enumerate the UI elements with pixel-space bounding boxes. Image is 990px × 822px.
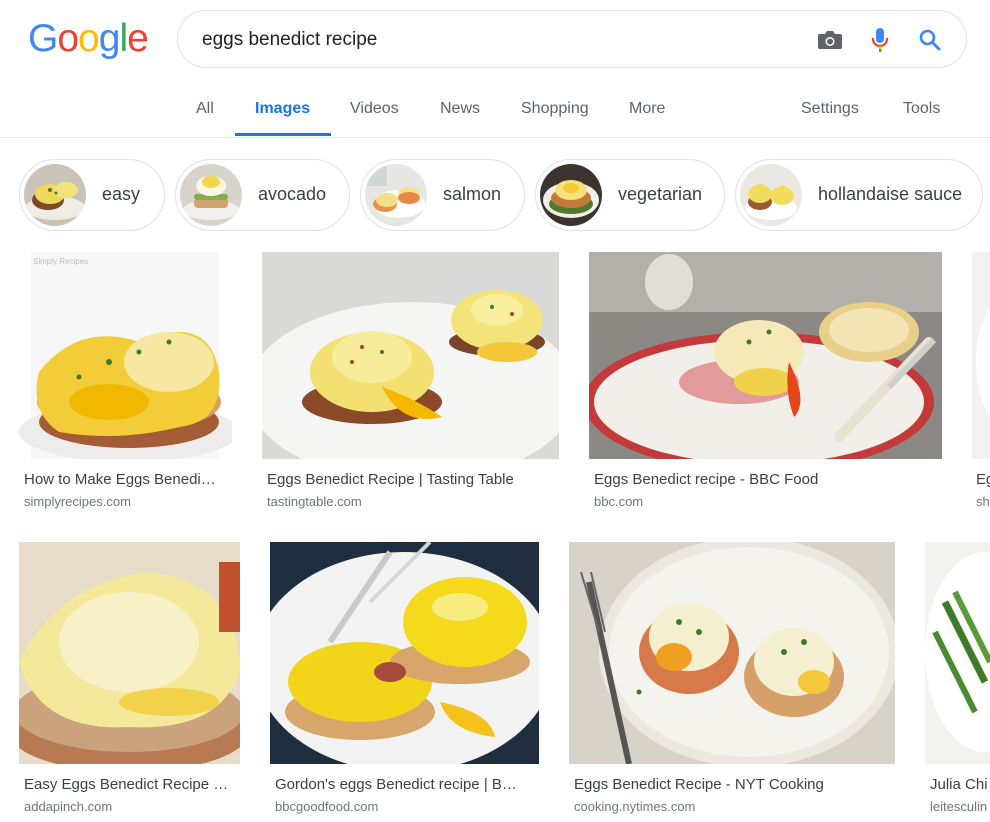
result-thumbnail — [589, 252, 942, 459]
logo-letter-g2: g — [98, 17, 121, 60]
result-domain: leitesculin — [930, 799, 988, 814]
result-title: Eggs Benedict Recipe | Tasting Table — [267, 471, 514, 488]
image-result-8[interactable]: Julia Chi leitesculin — [925, 542, 990, 822]
result-domain: bbcgoodfood.com — [275, 799, 379, 814]
chip-thumbnail — [365, 164, 427, 226]
result-thumbnail — [925, 542, 990, 764]
tab-tools[interactable]: Tools — [903, 100, 940, 118]
result-title: Eggs Benedict recipe - BBC Food — [594, 471, 819, 488]
chip-label: easy — [102, 184, 141, 204]
logo-letter-e: e — [127, 17, 149, 60]
image-result-2[interactable]: Eggs Benedict Recipe | Tasting Table tas… — [262, 252, 559, 514]
search-box — [177, 10, 967, 68]
result-thumbnail — [270, 542, 539, 764]
image-result-3[interactable]: Eggs Benedict recipe - BBC Food bbc.com — [589, 252, 942, 514]
result-thumbnail: Simply Recipes — [19, 252, 232, 459]
image-result-6[interactable]: Gordon's eggs Benedict recipe | B… bbcgo… — [270, 542, 539, 822]
chip-vegetarian[interactable]: vegetarian — [535, 159, 725, 231]
result-title: Eggs Benedict Recipe - NYT Cooking — [574, 776, 824, 793]
tab-images[interactable]: Images — [255, 100, 310, 118]
tab-settings[interactable]: Settings — [801, 100, 859, 118]
logo-letter-o1: o — [57, 17, 79, 60]
result-title: How to Make Eggs Benedi… — [24, 471, 216, 488]
result-domain: addapinch.com — [24, 799, 113, 814]
image-result-4[interactable]: Eg sh — [972, 252, 990, 514]
chip-label: avocado — [258, 184, 327, 204]
result-title: Julia Chi — [930, 776, 988, 793]
chip-label: vegetarian — [618, 184, 703, 204]
logo-letter-g: G — [28, 17, 58, 60]
chip-thumbnail — [740, 164, 802, 226]
result-title: Eg — [976, 471, 990, 488]
tab-more[interactable]: More — [629, 100, 665, 118]
tab-shopping[interactable]: Shopping — [521, 100, 589, 118]
result-title: Gordon's eggs Benedict recipe | B… — [275, 776, 517, 793]
result-domain: cooking.nytimes.com — [574, 799, 696, 814]
tab-all[interactable]: All — [196, 100, 214, 118]
image-result-1[interactable]: Simply Recipes How to Make Eggs Benedi… … — [19, 252, 232, 514]
chip-hollandaise-sauce[interactable]: hollandaise sauce — [735, 159, 983, 231]
result-thumbnail — [19, 542, 240, 764]
logo-letter-l: l — [119, 17, 128, 60]
chip-thumbnail — [24, 164, 86, 226]
search-icon[interactable] — [915, 25, 945, 55]
search-tabs: All Images Videos News Shopping More Set… — [0, 86, 990, 138]
tab-news[interactable]: News — [440, 100, 480, 118]
logo-letter-o2: o — [78, 17, 100, 60]
chip-label: hollandaise sauce — [818, 184, 963, 204]
result-domain: bbc.com — [594, 494, 644, 509]
chip-easy[interactable]: easy — [19, 159, 165, 231]
chip-label: salmon — [443, 184, 502, 204]
chip-thumbnail — [180, 164, 242, 226]
chip-salmon[interactable]: salmon — [360, 159, 525, 231]
chip-avocado[interactable]: avocado — [175, 159, 350, 231]
result-domain: sh — [976, 494, 990, 509]
svg-text:Simply Recipes: Simply Recipes — [33, 257, 88, 266]
google-logo[interactable]: Google — [28, 17, 149, 60]
result-thumbnail — [972, 252, 990, 459]
tab-videos[interactable]: Videos — [350, 100, 399, 118]
image-result-5[interactable]: Easy Eggs Benedict Recipe … addapinch.co… — [19, 542, 240, 822]
search-input[interactable] — [202, 26, 762, 54]
chip-thumbnail — [540, 164, 602, 226]
mic-icon[interactable] — [865, 25, 895, 55]
result-thumbnail — [262, 252, 559, 459]
result-domain: simplyrecipes.com — [24, 494, 131, 509]
result-domain: tastingtable.com — [267, 494, 362, 509]
active-tab-indicator — [235, 133, 331, 136]
result-title: Easy Eggs Benedict Recipe … — [24, 776, 229, 793]
image-result-7[interactable]: Eggs Benedict Recipe - NYT Cooking cooki… — [569, 542, 895, 822]
result-thumbnail — [569, 542, 895, 764]
camera-icon[interactable] — [815, 25, 845, 55]
